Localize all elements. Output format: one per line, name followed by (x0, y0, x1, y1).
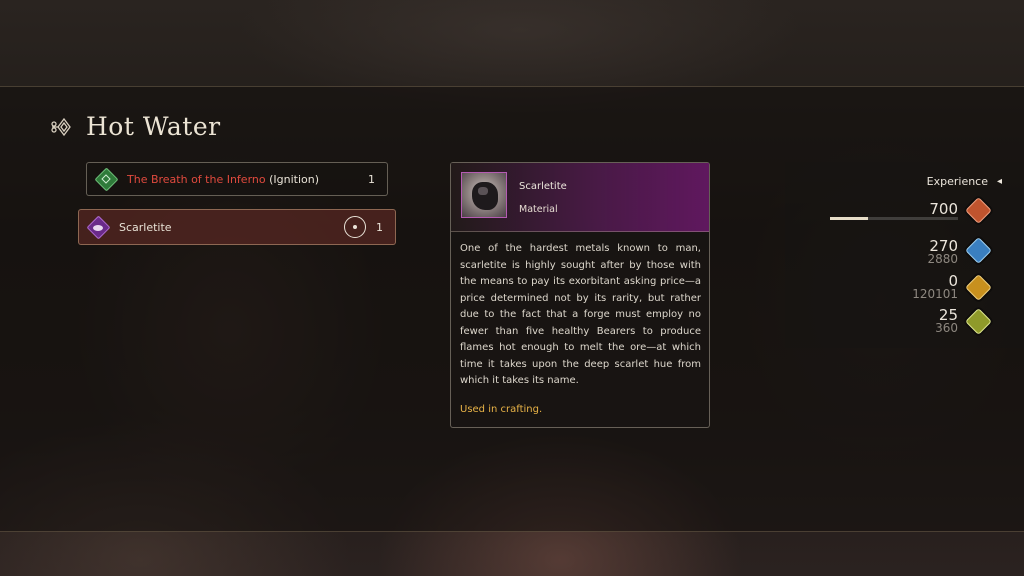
detail-item-type: Material (519, 204, 558, 215)
ability-points-total: 2880 (927, 252, 958, 266)
item-detail-card: Scarletite Material One of the hardest m… (450, 162, 710, 428)
experience-value: 700 (929, 200, 958, 218)
title-row: Hot Water (50, 112, 221, 141)
purple-diamond-icon (85, 214, 111, 240)
detail-description: One of the hardest metals known to man, … (460, 243, 701, 386)
gil-total: 120101 (912, 287, 958, 301)
detail-usage: Used in crafting. (460, 404, 543, 415)
renown-gem-icon (964, 307, 992, 335)
item-label: Scarletite (119, 220, 172, 234)
experience-progress-bar (830, 217, 958, 220)
scarletite-ore-icon (461, 172, 507, 218)
gil-gem-icon (964, 273, 992, 301)
detail-header: Scarletite Material (451, 163, 709, 232)
experience-gem-icon (964, 196, 992, 224)
item-label-suffix: (Ignition) (265, 172, 320, 186)
green-diamond-icon (93, 166, 119, 192)
quest-title: Hot Water (86, 112, 221, 141)
arrow-left-icon: ◂ (996, 176, 1002, 187)
detail-item-name: Scarletite (519, 181, 567, 192)
circle-button-icon[interactable] (344, 216, 366, 238)
item-scarletite[interactable]: Scarletite 1 (78, 209, 396, 245)
experience-label: Experience (926, 175, 988, 188)
item-breath-of-the-inferno[interactable]: The Breath of the Inferno (Ignition) 1 (86, 162, 388, 196)
renown-total: 360 (935, 321, 958, 335)
item-quantity: 1 (368, 172, 375, 186)
item-quantity: 1 (376, 220, 383, 234)
item-label: The Breath of the Inferno (Ignition) (127, 173, 319, 186)
item-label-name: The Breath of the Inferno (127, 172, 266, 186)
ornament-icon (51, 117, 71, 136)
ability-gem-icon (964, 236, 992, 264)
